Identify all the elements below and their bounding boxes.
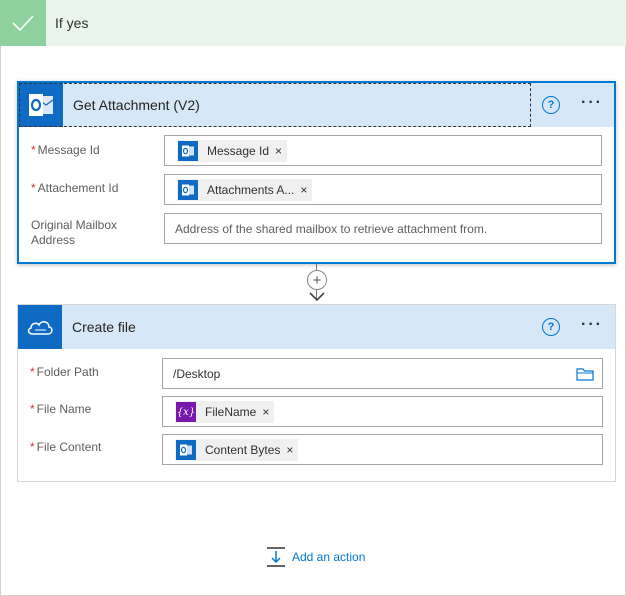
- file-content-field[interactable]: Content Bytes ×: [162, 434, 603, 465]
- dynamic-token[interactable]: Content Bytes ×: [175, 439, 299, 461]
- token-label: FileName: [205, 405, 257, 419]
- insert-step-plus-icon[interactable]: +: [307, 270, 327, 290]
- create-file-card[interactable]: Create file ? ··· * Folder Path /Desktop …: [17, 304, 616, 482]
- add-action-button[interactable]: Add an action: [266, 547, 365, 567]
- get-attachment-card[interactable]: Get Attachment (V2) ? ··· * Message Id Me…: [17, 81, 616, 264]
- folder-path-label: * Folder Path: [30, 365, 99, 379]
- arrow-down-icon: [309, 292, 325, 302]
- attachment-id-field[interactable]: Attachments A... ×: [164, 174, 602, 205]
- message-id-label: * Message Id: [31, 143, 100, 157]
- onedrive-icon: [18, 305, 62, 349]
- token-label: Content Bytes: [205, 443, 281, 457]
- remove-token-icon[interactable]: ×: [273, 144, 287, 158]
- folder-icon[interactable]: [576, 367, 594, 381]
- mailbox-label: Original Mailbox Address: [31, 218, 118, 247]
- folder-path-field[interactable]: /Desktop: [162, 358, 603, 389]
- expression-icon: {x}: [176, 402, 196, 422]
- outlook-icon: [178, 180, 198, 200]
- file-name-field[interactable]: {x} FileName ×: [162, 396, 603, 427]
- create-file-header[interactable]: Create file ? ···: [18, 305, 615, 349]
- attachment-id-label: * Attachement Id: [31, 181, 119, 195]
- dynamic-token[interactable]: Attachments A... ×: [177, 179, 313, 201]
- token-label: Message Id: [207, 144, 270, 158]
- remove-token-icon[interactable]: ×: [260, 405, 274, 419]
- more-options-icon[interactable]: ···: [581, 95, 603, 111]
- file-content-label: * File Content: [30, 440, 102, 454]
- dynamic-token[interactable]: Message Id ×: [177, 140, 288, 162]
- branch-title: If yes: [55, 15, 89, 31]
- outlook-icon: [178, 141, 198, 161]
- if-yes-branch-header[interactable]: If yes: [0, 0, 626, 46]
- remove-token-icon[interactable]: ×: [284, 443, 298, 457]
- add-action-label: Add an action: [292, 550, 366, 564]
- add-action-icon: [267, 547, 285, 567]
- help-icon[interactable]: ?: [542, 318, 560, 336]
- folder-path-value: /Desktop: [173, 367, 221, 381]
- get-attachment-header[interactable]: Get Attachment (V2) ? ···: [19, 83, 614, 127]
- card-title: Get Attachment (V2): [73, 97, 200, 113]
- checkmark-icon: [0, 0, 46, 46]
- token-label: Attachments A...: [207, 183, 295, 197]
- expression-token[interactable]: {x} FileName ×: [175, 401, 275, 423]
- card-title: Create file: [72, 319, 136, 335]
- mailbox-placeholder: Address of the shared mailbox to retriev…: [175, 222, 488, 236]
- outlook-icon: [176, 440, 196, 460]
- mailbox-field[interactable]: Address of the shared mailbox to retriev…: [164, 213, 602, 244]
- remove-token-icon[interactable]: ×: [298, 183, 312, 197]
- message-id-field[interactable]: Message Id ×: [164, 135, 602, 166]
- help-icon[interactable]: ?: [542, 96, 560, 114]
- more-options-icon[interactable]: ···: [581, 317, 603, 333]
- file-name-label: * File Name: [30, 402, 92, 416]
